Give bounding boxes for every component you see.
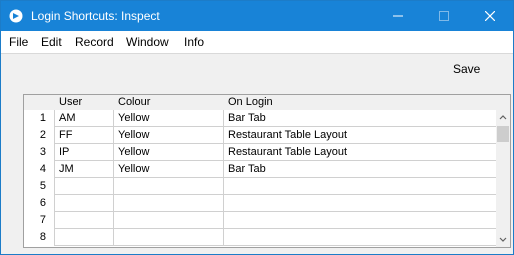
table-row[interactable]: 1 AM Yellow Bar Tab (24, 110, 496, 127)
minimize-button[interactable] (375, 1, 421, 31)
table-row[interactable]: 4 JM Yellow Bar Tab (24, 161, 496, 178)
row-number: 7 (24, 212, 55, 229)
row-number: 6 (24, 195, 55, 212)
chevron-up-icon (499, 115, 507, 120)
colour-cell[interactable]: Yellow (114, 161, 224, 178)
toolbar: Save (1, 53, 513, 83)
colour-cell[interactable]: Yellow (114, 110, 224, 127)
on-login-cell[interactable] (224, 212, 496, 229)
table-row[interactable]: 2 FF Yellow Restaurant Table Layout (24, 127, 496, 144)
colour-cell[interactable] (114, 212, 224, 229)
row-number: 2 (24, 127, 55, 144)
column-header-on-login[interactable]: On Login (228, 96, 273, 108)
menu-edit[interactable]: Edit (41, 35, 62, 49)
row-number: 3 (24, 144, 55, 161)
user-cell[interactable] (55, 195, 114, 212)
on-login-cell[interactable] (224, 195, 496, 212)
maximize-icon (439, 11, 449, 21)
scroll-up-button[interactable] (496, 110, 510, 124)
menu-file[interactable]: File (9, 35, 28, 49)
user-cell[interactable]: AM (55, 110, 114, 127)
colour-cell[interactable]: Yellow (114, 144, 224, 161)
app-window: Login Shortcuts: Inspect File Edit Recor… (0, 0, 514, 255)
colour-cell[interactable] (114, 195, 224, 212)
close-button[interactable] (467, 1, 513, 31)
shortcuts-grid: User Colour On Login 1 AM Yellow Bar Tab… (23, 94, 511, 248)
colour-cell[interactable] (114, 229, 224, 246)
table-row[interactable]: 5 (24, 178, 496, 195)
content-area: User Colour On Login 1 AM Yellow Bar Tab… (1, 83, 513, 254)
row-number: 4 (24, 161, 55, 178)
app-icon (9, 9, 23, 23)
save-button[interactable]: Save (453, 62, 480, 76)
row-number: 8 (24, 229, 55, 246)
on-login-cell[interactable]: Restaurant Table Layout (224, 127, 496, 144)
on-login-cell[interactable] (224, 229, 496, 246)
row-number: 1 (24, 110, 55, 127)
user-cell[interactable] (55, 178, 114, 195)
column-header-user[interactable]: User (59, 96, 82, 108)
user-cell[interactable] (55, 229, 114, 246)
on-login-cell[interactable]: Bar Tab (224, 110, 496, 127)
menu-info[interactable]: Info (184, 35, 204, 49)
minimize-icon (393, 15, 403, 17)
menu-window[interactable]: Window (126, 35, 169, 49)
on-login-cell[interactable]: Bar Tab (224, 161, 496, 178)
user-cell[interactable] (55, 212, 114, 229)
table-row[interactable]: 6 (24, 195, 496, 212)
menu-record[interactable]: Record (75, 35, 114, 49)
title-bar[interactable]: Login Shortcuts: Inspect (1, 1, 513, 31)
scroll-down-button[interactable] (496, 233, 510, 247)
table-row[interactable]: 3 IP Yellow Restaurant Table Layout (24, 144, 496, 161)
on-login-cell[interactable] (224, 178, 496, 195)
maximize-button[interactable] (421, 1, 467, 31)
on-login-cell[interactable]: Restaurant Table Layout (224, 144, 496, 161)
table-row[interactable]: 7 (24, 212, 496, 229)
chevron-down-icon (499, 237, 507, 242)
user-cell[interactable]: JM (55, 161, 114, 178)
column-header-colour[interactable]: Colour (118, 96, 150, 108)
window-title: Login Shortcuts: Inspect (31, 9, 160, 23)
colour-cell[interactable]: Yellow (114, 127, 224, 144)
scroll-thumb[interactable] (497, 126, 509, 142)
user-cell[interactable]: FF (55, 127, 114, 144)
colour-cell[interactable] (114, 178, 224, 195)
user-cell[interactable]: IP (55, 144, 114, 161)
vertical-scrollbar[interactable] (496, 110, 510, 247)
menu-bar: File Edit Record Window Info (1, 31, 513, 53)
grid-header: User Colour On Login (24, 95, 510, 110)
close-icon (485, 11, 495, 21)
table-row[interactable]: 8 (24, 229, 496, 246)
row-number: 5 (24, 178, 55, 195)
